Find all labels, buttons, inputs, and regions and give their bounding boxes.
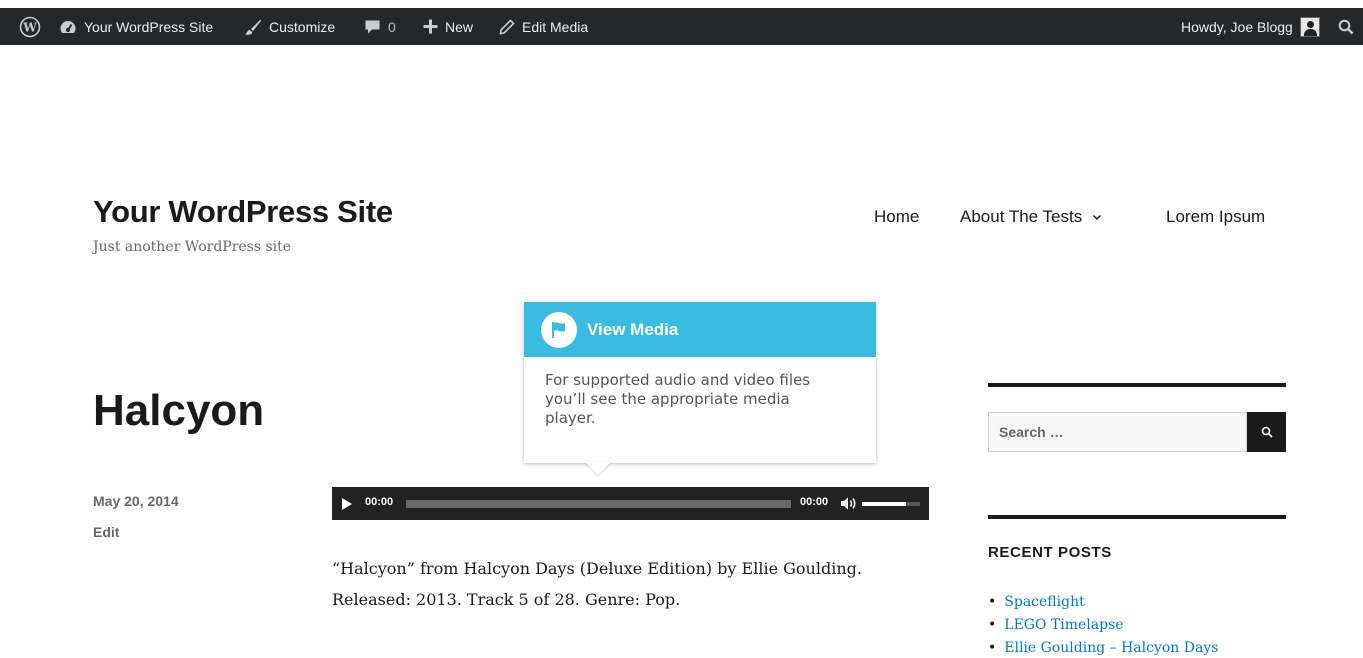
post-content: “Halcyon” from Halcyon Days (Deluxe Edit… (332, 553, 932, 615)
edit-media-menu[interactable]: Edit Media (499, 8, 588, 45)
sidebar-divider (988, 383, 1286, 387)
recent-posts-heading: RECENT POSTS (988, 544, 1112, 561)
post-date[interactable]: May 20, 2014 (93, 493, 179, 509)
recent-post-link[interactable]: LEGO Timelapse (1004, 614, 1123, 637)
nav-item-about-the-tests[interactable]: About The Tests (960, 207, 1102, 227)
comments-menu[interactable]: 0 (364, 8, 396, 45)
wordpress-logo-icon[interactable]: W (19, 8, 41, 45)
avatar (1299, 16, 1320, 37)
list-item: • LEGO Timelapse (988, 614, 1218, 637)
search-icon (1261, 426, 1273, 438)
customize-label: Customize (269, 18, 336, 35)
site-title[interactable]: Your WordPress Site (93, 194, 393, 230)
list-bullet: • (988, 617, 997, 633)
flag-icon (541, 311, 577, 348)
volume-level (862, 502, 906, 506)
edit-media-label: Edit Media (522, 18, 589, 35)
tooltip-arrow (585, 462, 611, 475)
dashboard-icon (60, 20, 76, 33)
plus-icon (423, 19, 438, 34)
tooltip-title: View Media (587, 319, 679, 339)
svg-text:W: W (22, 20, 37, 34)
tooltip-header: View Media (524, 302, 876, 357)
pencil-icon (499, 18, 515, 34)
comment-bubble-icon (365, 20, 380, 33)
admin-bar: W Your WordPress Site Customize 0 New Ed… (0, 8, 1363, 45)
post-edit-link[interactable]: Edit (93, 524, 119, 540)
site-name-menu[interactable]: Your WordPress Site (59, 8, 213, 45)
recent-post-link[interactable]: Spaceflight (1004, 591, 1084, 614)
customize-menu[interactable]: Customize (244, 8, 335, 45)
site-description: Just another WordPress site (93, 239, 292, 255)
howdy-label: Howdy, Joe Blogg (1181, 18, 1293, 35)
search-button[interactable] (1247, 412, 1286, 452)
search-icon (1338, 19, 1354, 34)
post-content-line-1: “Halcyon” from Halcyon Days (Deluxe Edit… (332, 559, 862, 578)
recent-post-link[interactable]: Ellie Goulding – Halcyon Days (1004, 637, 1218, 658)
chevron-down-icon (1093, 214, 1102, 220)
list-item: • Ellie Goulding – Halcyon Days (988, 637, 1218, 658)
nav-about-label: About The Tests (960, 207, 1083, 226)
current-time: 00:00 (365, 496, 394, 508)
progress-rail[interactable] (406, 500, 791, 508)
nav-item-home[interactable]: Home (874, 207, 919, 227)
comments-count: 0 (388, 18, 396, 35)
view-media-tooltip: View Media For supported audio and video… (524, 302, 876, 463)
list-item: • Spaceflight (988, 591, 1218, 614)
nav-item-lorem-ipsum[interactable]: Lorem Ipsum (1166, 207, 1265, 227)
admin-search-button[interactable] (1338, 8, 1354, 45)
recent-posts-list: • Spaceflight • LEGO Timelapse • Ellie Goul… (988, 591, 1218, 658)
volume-slider[interactable] (862, 502, 920, 506)
paintbrush-icon (245, 19, 261, 35)
account-menu[interactable]: Howdy, Joe Blogg (1181, 8, 1320, 45)
play-icon[interactable] (342, 498, 352, 510)
sidebar-divider (988, 515, 1286, 519)
duration: 00:00 (800, 496, 829, 508)
post-title: Halcyon (93, 386, 265, 435)
list-bullet: • (988, 640, 997, 656)
search-input[interactable] (988, 412, 1247, 452)
volume-icon[interactable] (840, 496, 858, 511)
new-content-menu[interactable]: New (423, 8, 473, 45)
new-label: New (445, 18, 474, 35)
site-name-label: Your WordPress Site (84, 18, 214, 35)
tooltip-body: For supported audio and video files you’… (545, 371, 811, 427)
audio-player: 00:00 00:00 (332, 487, 929, 520)
post-content-line-2: Released: 2013. Track 5 of 28. Genre: Po… (332, 590, 681, 609)
nav-lorem-label: Lorem Ipsum (1166, 207, 1266, 226)
nav-home-label: Home (874, 207, 920, 226)
list-bullet: • (988, 594, 997, 610)
